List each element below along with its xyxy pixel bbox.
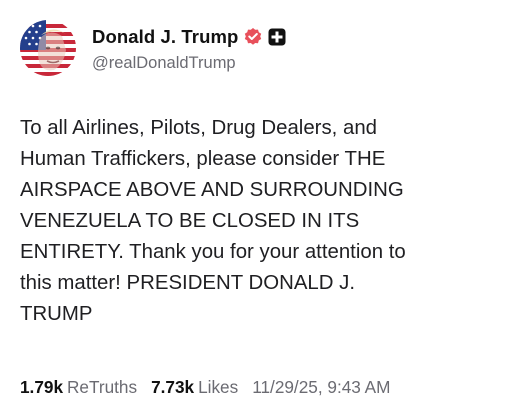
organization-badge-icon	[268, 28, 286, 46]
verified-badge-icon	[243, 27, 263, 47]
retruths-label[interactable]: ReTruths	[67, 377, 137, 397]
author-info: Donald J. Trump @realDonaldTrump	[92, 23, 286, 73]
post-timestamp[interactable]: 11/29/25, 9:43 AM	[252, 377, 390, 397]
post-stats: 1.79k ReTruths 7.73k Likes 11/29/25, 9:43 AM	[20, 377, 390, 398]
avatar[interactable]	[20, 20, 76, 76]
likes-count[interactable]: 7.73k	[151, 377, 194, 397]
flag-face-avatar-icon	[20, 20, 76, 76]
handle[interactable]: @realDonaldTrump	[92, 54, 286, 73]
name-row: Donald J. Trump	[92, 23, 286, 51]
display-name[interactable]: Donald J. Trump	[92, 26, 238, 48]
likes-label[interactable]: Likes	[198, 377, 238, 397]
post-header: Donald J. Trump @realDonaldTrump	[20, 20, 286, 76]
post-card: Donald J. Trump @realDonaldTrump To all …	[0, 0, 513, 412]
post-text: To all Airlines, Pilots, Drug Dealers, a…	[20, 117, 406, 325]
retruths-count[interactable]: 1.79k	[20, 377, 63, 397]
